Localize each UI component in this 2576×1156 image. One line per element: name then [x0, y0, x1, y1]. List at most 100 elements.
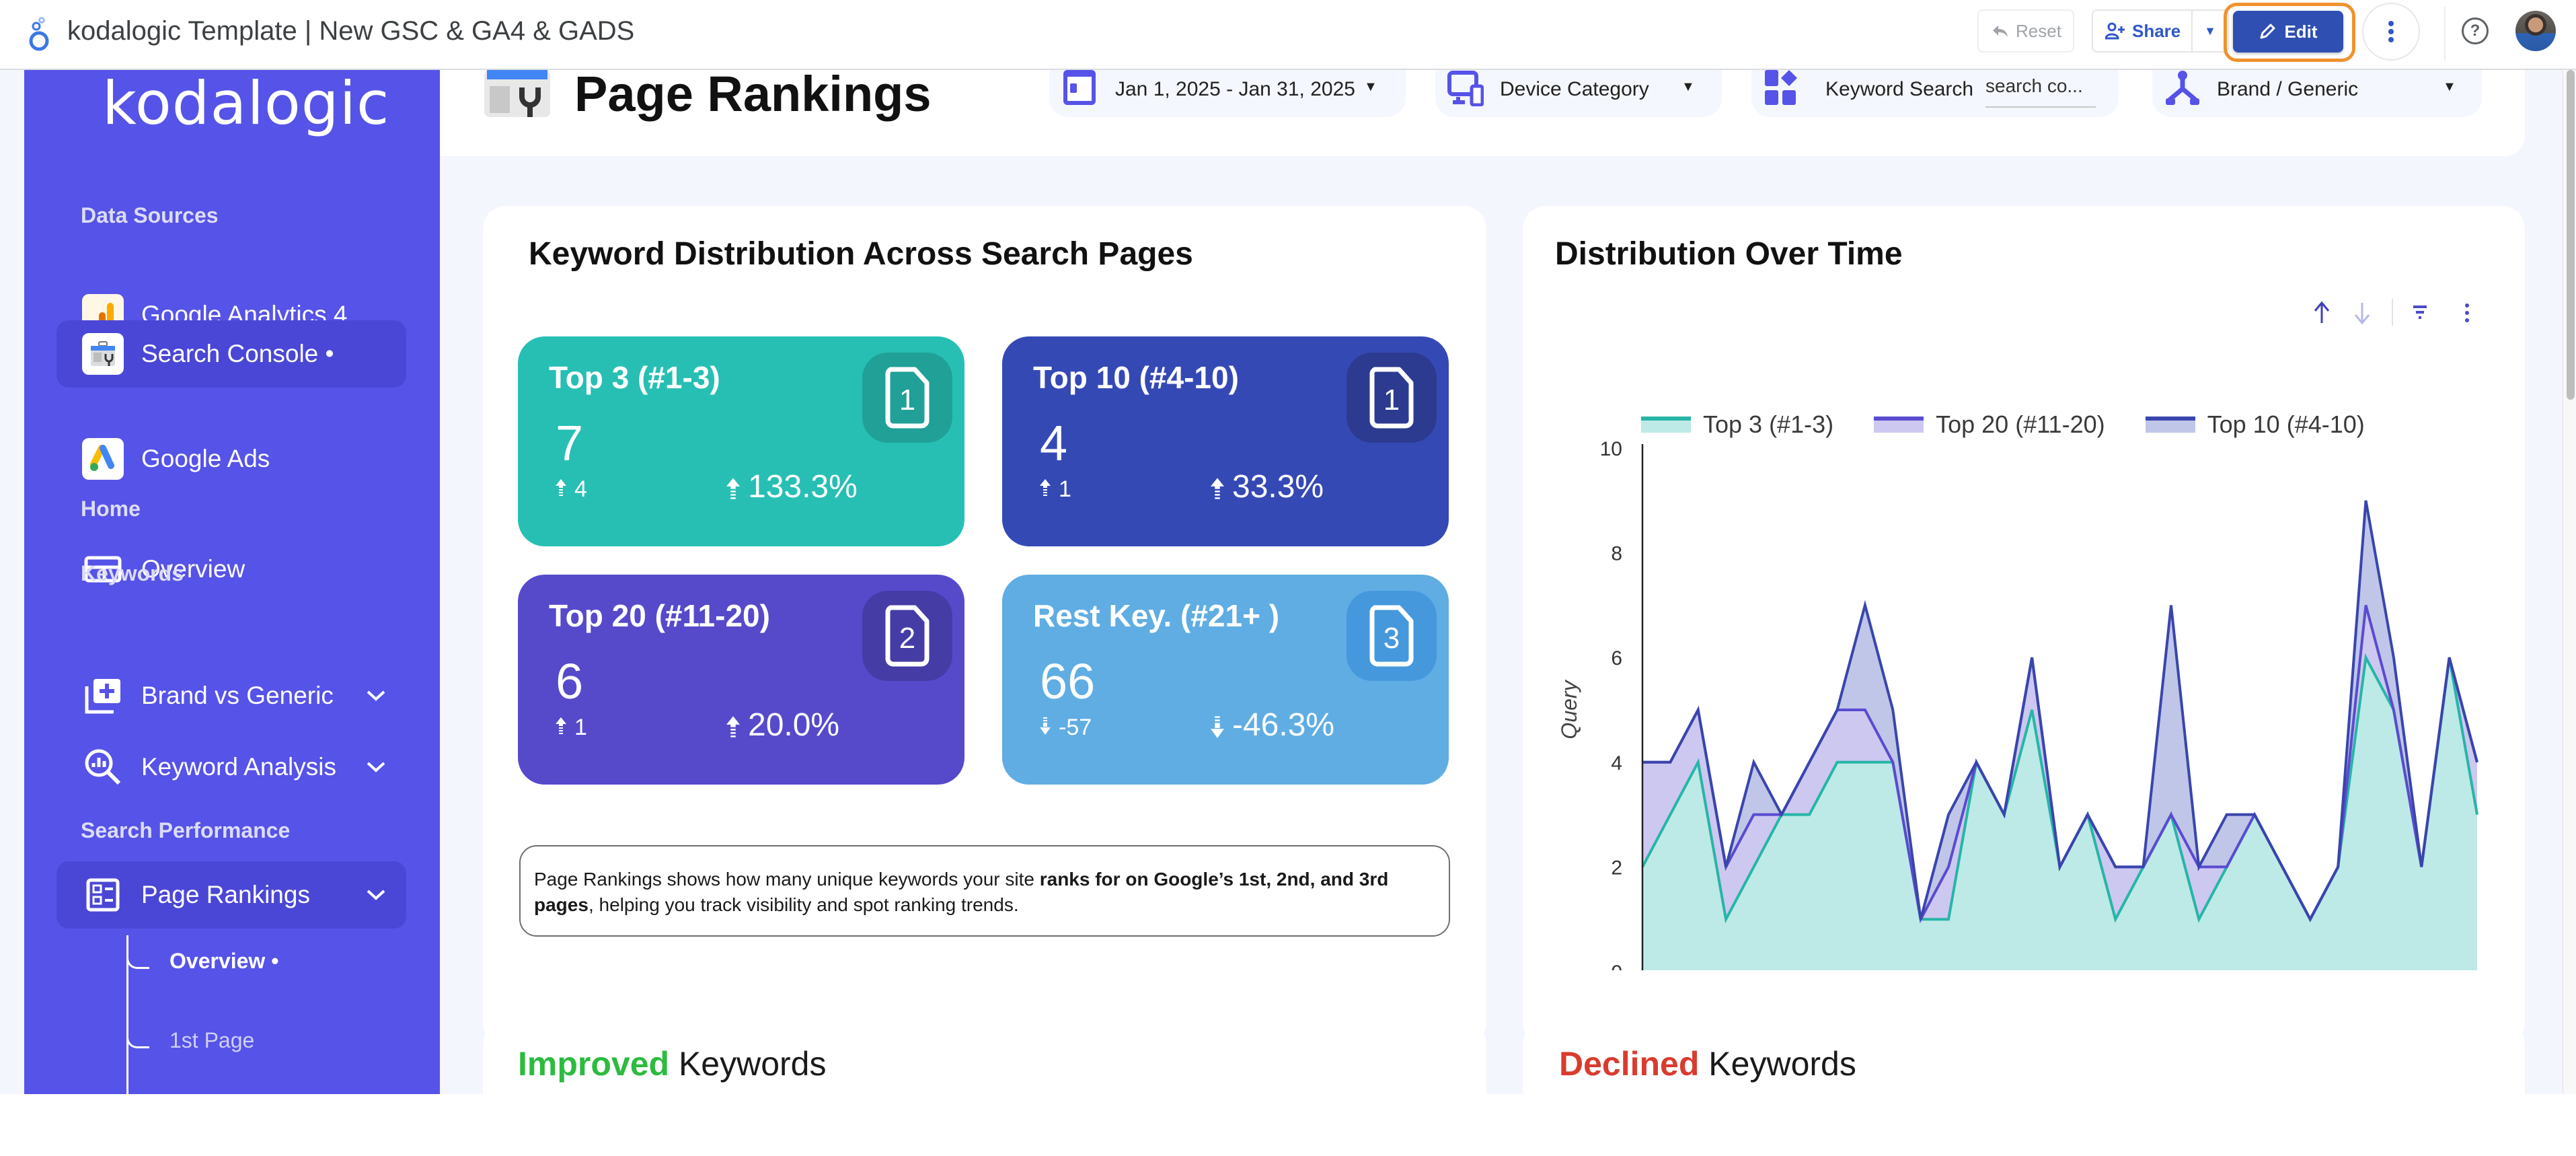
scorecard-delta: 1	[1040, 476, 1071, 503]
sort-ascending-icon[interactable]	[2315, 303, 2328, 323]
page-number-badge: 2	[862, 591, 952, 681]
distribution-area-chart: 0246810Jan 1Jan 4Jan 7Jan 10Jan 13Jan 16…	[1547, 351, 2536, 970]
chevron-down-icon[interactable]	[366, 885, 386, 905]
arrow-down-icon	[1211, 702, 1224, 748]
scorecard-delta: 4	[556, 476, 587, 503]
sidebar-item-page-rankings[interactable]: Page Rankings	[56, 861, 406, 929]
y-tick-label: 4	[1611, 752, 1622, 774]
list-layout-icon	[82, 874, 124, 916]
scorecard-value: 7	[556, 414, 583, 472]
page-scrollbar-thumb[interactable]	[2567, 70, 2575, 400]
distribution-title: Keyword Distribution Across Search Pages	[529, 236, 1193, 273]
scorecard-value: 6	[556, 653, 583, 710]
scorecard-percent-change: 33.3%	[1212, 468, 1324, 505]
brand-logo: kodalogic	[102, 70, 389, 137]
scorecard-percent-change: 133.3%	[728, 468, 858, 505]
arrow-up-icon	[726, 464, 740, 510]
google-ads-icon	[82, 438, 124, 480]
note-text: , helping you track visibility and spot …	[589, 894, 1019, 915]
sidebar-subitem-overview[interactable]: Overview •	[169, 949, 278, 974]
scorecard-value: 66	[1040, 653, 1095, 710]
percent-value: 33.3%	[1232, 468, 1324, 505]
sidebar-item-keyword-analysis[interactable]: Keyword Analysis	[56, 733, 406, 801]
keyword-search-input[interactable]: search co...	[1985, 75, 2096, 108]
dropdown-caret-icon: ▼	[2443, 79, 2456, 95]
y-tick-label: 10	[1600, 438, 1622, 460]
share-button-group: Share ▼	[2092, 9, 2229, 52]
section-heading-data-sources: Data Sources	[81, 203, 219, 228]
scorecard-delta: 1	[556, 715, 587, 741]
date-range-picker[interactable]: Jan 1, 2025 - Jan 31, 2025 ▼	[1049, 70, 1406, 117]
more-vert-icon[interactable]	[2465, 303, 2469, 322]
declined-keywords-card	[1523, 1021, 2525, 1156]
note-text: Page Rankings shows how many unique keyw…	[534, 869, 1040, 890]
scorecard-title: Top 20 (#11-20)	[549, 598, 770, 634]
share-button[interactable]: Share	[2093, 11, 2193, 51]
help-icon[interactable]: ?	[2462, 17, 2489, 44]
y-tick-label: 6	[1611, 647, 1622, 670]
page-number-badge: 1	[1347, 353, 1437, 443]
scorecard: Top 10 (#4-10)4133.3%1	[1002, 336, 1449, 546]
chevron-down-icon[interactable]	[366, 686, 386, 706]
declined-keywords-title: Declined Keywords	[1559, 1044, 1856, 1083]
add-library-icon	[82, 675, 124, 717]
percent-value: -46.3%	[1232, 707, 1334, 744]
improved-keywords-title: Improved Keywords	[518, 1044, 827, 1083]
device-category-filter[interactable]: Device Category ▼	[1435, 70, 1722, 117]
sidebar-item-label: Search Console •	[141, 340, 334, 368]
title-rest: Keywords	[1699, 1045, 1856, 1083]
share-label: Share	[2132, 21, 2181, 42]
arrow-up-icon	[556, 476, 566, 503]
brand-generic-filter[interactable]: Brand / Generic ▼	[2152, 70, 2482, 117]
chart-title: Distribution Over Time	[1555, 236, 1903, 273]
devices-icon	[1447, 70, 1484, 106]
more-options-button[interactable]	[2362, 3, 2420, 61]
scorecard-percent-change: 20.0%	[728, 707, 839, 744]
scorecard: Top 20 (#11-20) 6 1 20.0% 2	[518, 575, 964, 785]
scorecard-title: Rest Key. (#21+ )	[1033, 598, 1279, 634]
device-category-label: Device Category	[1500, 78, 1649, 101]
subtree-connector	[126, 1034, 149, 1048]
scorecard: Top 3 (#1-3) 7 4 133.3% 1	[518, 336, 964, 546]
widgets-icon	[1764, 70, 1800, 106]
search-console-icon	[82, 333, 124, 375]
sidebar-item-label: Google Ads	[141, 445, 270, 473]
app-bar: kodalogic Template | New GSC & GA4 & GAD…	[0, 0, 2576, 70]
dropdown-caret-icon: ▼	[1681, 79, 1695, 95]
looker-studio-logo-icon	[26, 16, 52, 52]
percent-value: 20.0%	[748, 707, 839, 744]
sidebar: kodalogic Data Sources Google Analytics …	[24, 70, 440, 1094]
sidebar-item-brand-vs-generic[interactable]: Brand vs Generic	[56, 662, 406, 729]
edit-button[interactable]: Edit	[2233, 11, 2343, 52]
y-axis-label: Query	[1557, 679, 1581, 739]
delta-value: 1	[1059, 476, 1071, 503]
sidebar-item-google-ads[interactable]: Google Ads	[56, 425, 406, 493]
page-title: Page Rankings	[574, 70, 932, 118]
more-vert-icon	[2388, 20, 2394, 43]
search-console-page-icon	[483, 70, 552, 118]
scorecard-delta: -57	[1040, 715, 1092, 741]
page-number-icon: 3	[1368, 605, 1415, 667]
sidebar-subitem-1st-page[interactable]: 1st Page	[169, 1028, 254, 1053]
page-number-icon: 2	[884, 605, 931, 667]
improved-word: Improved	[518, 1045, 669, 1083]
report-canvas: kodalogic Data Sources Google Analytics …	[0, 70, 2576, 1094]
badge-number: 1	[1384, 384, 1400, 417]
badge-number: 1	[899, 384, 915, 417]
add-person-icon	[2105, 22, 2125, 40]
chevron-down-icon[interactable]	[366, 757, 386, 777]
keyword-search-label: Keyword Search	[1825, 78, 1973, 101]
sidebar-item-label: Keyword Analysis	[141, 753, 336, 781]
edit-label: Edit	[2284, 22, 2317, 42]
user-avatar[interactable]	[2515, 11, 2556, 51]
arrow-up-icon	[1040, 476, 1051, 503]
title-rest: Keywords	[669, 1045, 826, 1083]
sort-descending-icon[interactable]	[2355, 303, 2369, 323]
report-title: kodalogic Template | New GSC & GA4 & GAD…	[67, 16, 634, 46]
reset-button[interactable]: Reset	[1977, 9, 2074, 52]
scorecard-percent-change: -46.3%	[1212, 707, 1334, 744]
scorecard-title: Top 3 (#1-3)	[549, 359, 720, 396]
share-dropdown-caret-icon[interactable]: ▼	[2193, 24, 2228, 38]
sidebar-item-search-console[interactable]: Search Console •	[56, 320, 406, 388]
filter-icon[interactable]	[2413, 307, 2427, 318]
